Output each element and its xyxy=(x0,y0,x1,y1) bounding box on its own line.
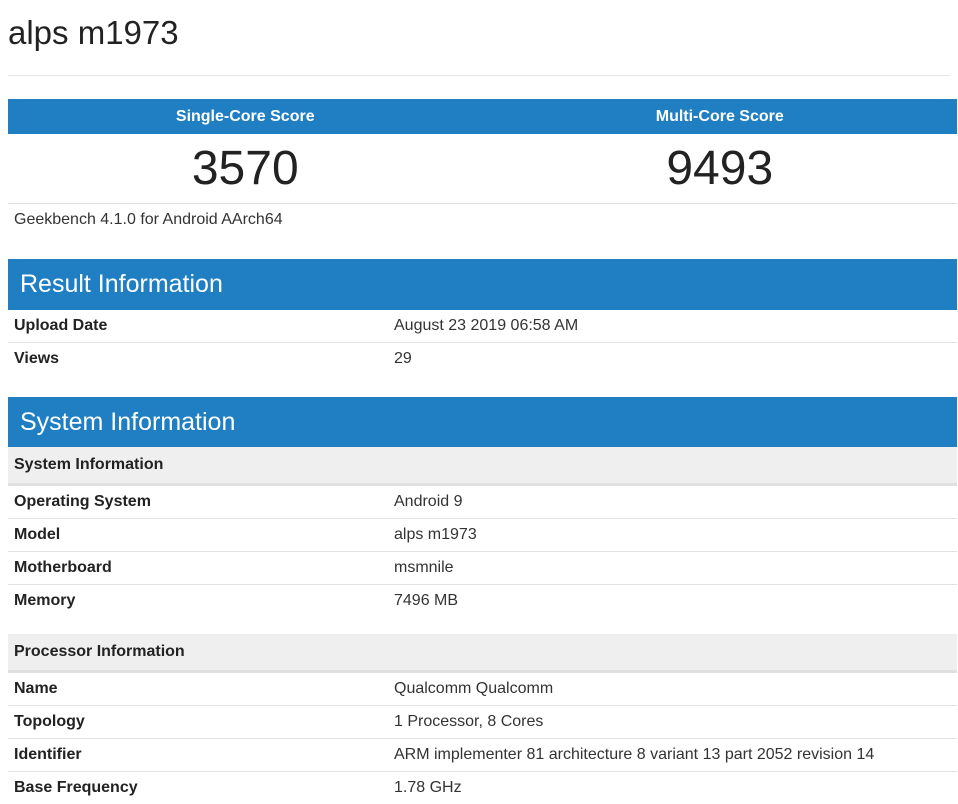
system-information-header: System Information xyxy=(8,397,957,448)
score-table: Single-Core Score Multi-Core Score 3570 … xyxy=(8,99,957,204)
system-information-table: System Information Operating System Andr… xyxy=(8,447,957,617)
title-divider xyxy=(8,75,950,76)
table-row: Upload Date August 23 2019 06:58 AM xyxy=(8,310,957,343)
table-row: Motherboard msmnile xyxy=(8,552,957,585)
row-key: Identifier xyxy=(14,746,82,763)
row-value: August 23 2019 06:58 AM xyxy=(394,317,579,334)
row-value: Android 9 xyxy=(394,493,463,510)
score-values: 3570 9493 xyxy=(8,134,957,204)
row-key: Views xyxy=(14,350,60,367)
table-row: Name Qualcomm Qualcomm xyxy=(8,673,957,706)
row-value: msmnile xyxy=(394,559,454,576)
table-row: Base Frequency 1.78 GHz xyxy=(8,772,957,804)
table-row: Memory 7496 MB xyxy=(8,585,957,617)
processor-information-table: Processor Information Name Qualcomm Qual… xyxy=(8,634,957,804)
system-subheader: System Information xyxy=(8,447,957,486)
single-core-score: 3570 xyxy=(191,142,299,195)
row-key: Topology xyxy=(14,713,85,730)
row-value: 1 Processor, 8 Cores xyxy=(394,713,544,730)
benchmark-version: Geekbench 4.1.0 for Android AArch64 xyxy=(14,211,283,228)
row-value: 7496 MB xyxy=(394,592,459,609)
table-row: Model alps m1973 xyxy=(8,519,957,552)
row-value: ARM implementer 81 architecture 8 varian… xyxy=(394,746,875,763)
row-key: Memory xyxy=(14,592,76,609)
result-information-header: Result Information xyxy=(8,259,957,310)
table-row: Identifier ARM implementer 81 architectu… xyxy=(8,739,957,772)
processor-subheader: Processor Information xyxy=(8,634,957,673)
row-value: 1.78 GHz xyxy=(394,779,462,796)
row-key: Model xyxy=(14,526,61,543)
row-value: 29 xyxy=(394,350,412,367)
table-row: Topology 1 Processor, 8 Cores xyxy=(8,706,957,739)
table-row: Views 29 xyxy=(8,343,957,375)
score-header: Single-Core Score Multi-Core Score xyxy=(8,99,957,134)
result-information-table: Upload Date August 23 2019 06:58 AM View… xyxy=(8,310,957,375)
row-key: Operating System xyxy=(14,493,151,510)
row-value: Qualcomm Qualcomm xyxy=(394,680,554,697)
multi-core-label: Multi-Core Score xyxy=(655,107,784,125)
multi-core-score: 9493 xyxy=(666,142,774,195)
row-key: Base Frequency xyxy=(14,779,138,796)
single-core-label: Single-Core Score xyxy=(175,107,315,125)
row-key: Upload Date xyxy=(14,317,108,334)
row-value: alps m1973 xyxy=(394,526,477,543)
table-row: Operating System Android 9 xyxy=(8,486,957,519)
row-key: Motherboard xyxy=(14,559,112,576)
row-key: Name xyxy=(14,680,58,697)
page-title: alps m1973 xyxy=(8,14,179,51)
